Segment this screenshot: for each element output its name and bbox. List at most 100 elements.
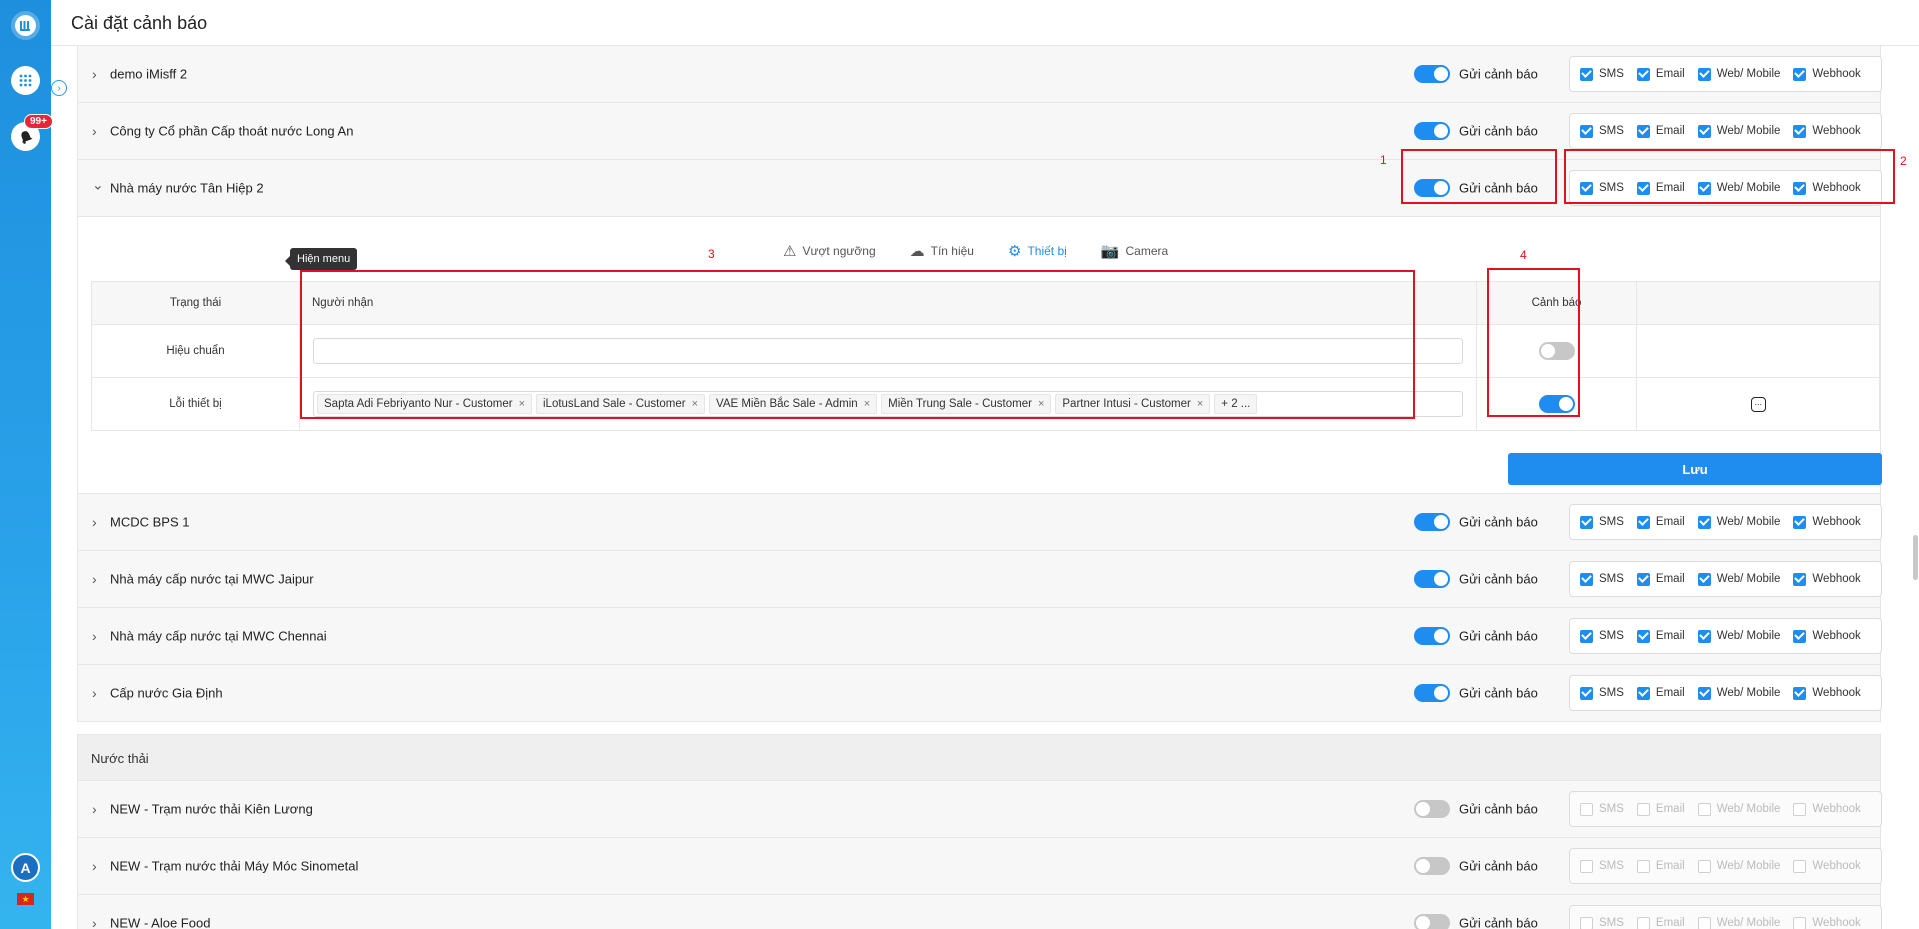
station-row[interactable]: › Cấp nước Gia Định Gửi cảnh báo SMS Email We… (77, 665, 1882, 722)
checkbox-icon[interactable] (1697, 802, 1711, 816)
channel-checkbox-email[interactable]: Email (1636, 686, 1685, 700)
user-avatar[interactable]: A (11, 853, 40, 882)
chevron-right-icon[interactable]: › (92, 915, 97, 929)
checkbox-icon[interactable] (1580, 802, 1593, 816)
checkbox-icon[interactable] (1793, 802, 1807, 816)
channel-checkbox-webhook[interactable]: Webhook (1793, 686, 1861, 700)
channel-checkbox-web-mobile[interactable]: Web/ Mobile (1697, 686, 1780, 700)
station-row[interactable]: › demo iMisff 2 Gửi cảnh báo SMS Email Web/ M… (77, 46, 1882, 103)
channel-checkbox-webhook[interactable]: Webhook (1793, 916, 1861, 929)
channel-checkbox-webhook[interactable]: Webhook (1793, 572, 1861, 586)
channel-checkbox-web-mobile[interactable]: Web/ Mobile (1697, 124, 1780, 138)
checkbox-icon[interactable] (1580, 124, 1593, 138)
channel-checkbox-webhook[interactable]: Webhook (1793, 515, 1861, 529)
channel-checkbox-web-mobile[interactable]: Web/ Mobile (1697, 629, 1780, 643)
channel-checkbox-web-mobile[interactable]: Web/ Mobile (1697, 572, 1780, 586)
station-row[interactable]: › NEW - Trạm nước thải Kiên Lương Gửi cảnh… (77, 781, 1882, 838)
checkbox-icon[interactable] (1636, 572, 1650, 586)
station-row[interactable]: › NEW - Aloe Food Gửi cảnh báo SMS Email Web/… (77, 895, 1882, 929)
tab-cloud[interactable]: ☁ Tín hiệu (893, 235, 991, 266)
checkbox-icon[interactable] (1793, 124, 1807, 138)
checkbox-icon[interactable] (1793, 859, 1807, 873)
checkbox-icon[interactable] (1697, 859, 1711, 873)
checkbox-icon[interactable] (1580, 572, 1593, 586)
checkbox-icon[interactable] (1580, 686, 1593, 700)
station-row[interactable]: › NEW - Trạm nước thải Máy Móc Sinometal G… (77, 838, 1882, 895)
checkbox-icon[interactable] (1793, 686, 1807, 700)
channel-checkbox-sms[interactable]: SMS (1580, 67, 1624, 81)
checkbox-icon[interactable] (1793, 572, 1807, 586)
channel-checkbox-email[interactable]: Email (1636, 67, 1685, 81)
channel-checkbox-sms[interactable]: SMS (1580, 629, 1624, 643)
station-row[interactable]: › MCDC BPS 1 Gửi cảnh báo SMS Email Web/ Mobi… (77, 494, 1882, 551)
channel-checkbox-webhook[interactable]: Webhook (1793, 859, 1861, 873)
tab-warning[interactable]: ⚠ Vượt ngưỡng (766, 235, 893, 266)
checkbox-icon[interactable] (1793, 515, 1807, 529)
chevron-right-icon[interactable]: › (92, 858, 97, 874)
channel-checkbox-email[interactable]: Email (1636, 572, 1685, 586)
checkbox-icon[interactable] (1697, 515, 1711, 529)
checkbox-icon[interactable] (1697, 916, 1711, 929)
send-alert-toggle[interactable] (1414, 570, 1450, 588)
chevron-down-icon[interactable]: ⌄ (92, 177, 104, 194)
channel-checkbox-sms[interactable]: SMS (1580, 686, 1624, 700)
tab-camera[interactable]: 📷 Camera (1084, 235, 1185, 266)
checkbox-icon[interactable] (1697, 572, 1711, 586)
channel-checkbox-sms[interactable]: SMS (1580, 859, 1624, 873)
channel-checkbox-sms[interactable]: SMS (1580, 515, 1624, 529)
checkbox-icon[interactable] (1580, 916, 1593, 929)
chevron-right-icon[interactable]: › (92, 514, 97, 530)
chevron-right-icon[interactable]: › (92, 66, 97, 82)
checkbox-icon[interactable] (1697, 124, 1711, 138)
checkbox-icon[interactable] (1580, 515, 1593, 529)
apps-grid-icon[interactable] (11, 66, 40, 95)
channel-checkbox-web-mobile[interactable]: Web/ Mobile (1697, 67, 1780, 81)
checkbox-icon[interactable] (1636, 802, 1650, 816)
channel-checkbox-sms[interactable]: SMS (1580, 124, 1624, 138)
send-alert-toggle[interactable] (1414, 65, 1450, 83)
send-alert-toggle[interactable] (1414, 122, 1450, 140)
checkbox-icon[interactable] (1580, 67, 1593, 81)
checkbox-icon[interactable] (1636, 859, 1650, 873)
chevron-right-icon[interactable]: › (92, 628, 97, 644)
app-logo-icon[interactable] (11, 11, 40, 40)
checkbox-icon[interactable] (1793, 916, 1807, 929)
checkbox-icon[interactable] (1793, 67, 1807, 81)
checkbox-icon[interactable] (1636, 916, 1650, 929)
checkbox-icon[interactable] (1697, 686, 1711, 700)
station-row[interactable]: › Nhà máy cấp nước tại MWC Jaipur Gửi cảnh… (77, 551, 1882, 608)
checkbox-icon[interactable] (1697, 67, 1711, 81)
channel-checkbox-email[interactable]: Email (1636, 629, 1685, 643)
checkbox-icon[interactable] (1580, 629, 1593, 643)
channel-checkbox-email[interactable]: Email (1636, 916, 1685, 929)
chevron-right-icon[interactable]: › (92, 123, 97, 139)
send-alert-toggle[interactable] (1414, 684, 1450, 702)
checkbox-icon[interactable] (1636, 67, 1650, 81)
channel-checkbox-webhook[interactable]: Webhook (1793, 67, 1861, 81)
checkbox-icon[interactable] (1697, 629, 1711, 643)
save-button[interactable]: Lưu (1508, 453, 1882, 485)
channel-checkbox-sms[interactable]: SMS (1580, 916, 1624, 929)
channel-checkbox-sms[interactable]: SMS (1580, 802, 1624, 816)
send-alert-toggle[interactable] (1414, 914, 1450, 929)
channel-checkbox-web-mobile[interactable]: Web/ Mobile (1697, 916, 1780, 929)
chevron-right-icon[interactable]: › (92, 685, 97, 701)
channel-checkbox-webhook[interactable]: Webhook (1793, 629, 1861, 643)
channel-checkbox-webhook[interactable]: Webhook (1793, 802, 1861, 816)
channel-checkbox-email[interactable]: Email (1636, 124, 1685, 138)
send-alert-toggle[interactable] (1414, 800, 1450, 818)
channel-checkbox-web-mobile[interactable]: Web/ Mobile (1697, 515, 1780, 529)
checkbox-icon[interactable] (1636, 515, 1650, 529)
checkbox-icon[interactable] (1793, 629, 1807, 643)
channel-checkbox-email[interactable]: Email (1636, 859, 1685, 873)
channel-checkbox-web-mobile[interactable]: Web/ Mobile (1697, 859, 1780, 873)
send-alert-toggle[interactable] (1414, 513, 1450, 531)
channel-checkbox-webhook[interactable]: Webhook (1793, 124, 1861, 138)
station-row[interactable]: › Nhà máy cấp nước tại MWC Chennai Gửi cản… (77, 608, 1882, 665)
checkbox-icon[interactable] (1636, 686, 1650, 700)
channel-checkbox-email[interactable]: Email (1636, 515, 1685, 529)
channel-checkbox-sms[interactable]: SMS (1580, 572, 1624, 586)
chevron-right-icon[interactable]: › (92, 571, 97, 587)
channel-checkbox-web-mobile[interactable]: Web/ Mobile (1697, 802, 1780, 816)
chevron-right-icon[interactable]: › (92, 801, 97, 817)
